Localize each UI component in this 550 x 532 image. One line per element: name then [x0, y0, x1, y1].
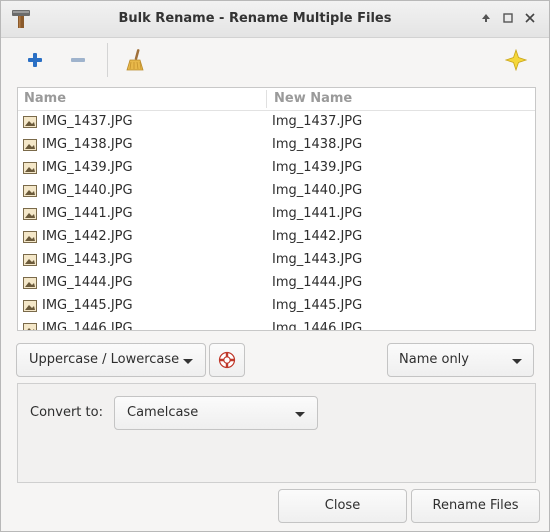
keep-above-icon[interactable] — [477, 9, 495, 27]
title-bar[interactable]: Bulk Rename - Rename Multiple Files — [1, 1, 549, 38]
file-list[interactable]: Name New Name IMG_1437.JPG Img_1437.JPG IM… — [17, 87, 536, 331]
close-icon[interactable] — [521, 9, 539, 27]
list-item[interactable]: IMG_1438.JPG Img_1438.JPG — [18, 134, 535, 157]
clear-files-button[interactable] — [118, 43, 152, 77]
maximize-icon[interactable] — [499, 9, 517, 27]
column-new-name-header[interactable]: New Name — [274, 91, 352, 106]
list-item[interactable]: IMG_1446.JPG Img_1446.JPG — [18, 318, 535, 331]
image-file-icon — [23, 185, 37, 197]
lifebuoy-icon — [218, 351, 236, 369]
file-new-name: Img_1439.JPG — [272, 160, 363, 175]
renamer-options-panel: Convert to: Camelcase — [17, 383, 536, 483]
close-button-label: Close — [324, 498, 361, 513]
file-new-name: Img_1444.JPG — [272, 275, 363, 290]
scope-select[interactable]: Name only — [387, 343, 534, 377]
renamer-select[interactable]: Uppercase / Lowercase — [16, 343, 206, 377]
image-file-icon — [23, 231, 37, 243]
add-files-button[interactable] — [18, 43, 52, 77]
image-file-icon — [23, 323, 37, 330]
rename-files-button-label: Rename Files — [432, 498, 519, 513]
toolbar — [1, 37, 549, 83]
list-item[interactable]: IMG_1437.JPG Img_1437.JPG — [18, 111, 535, 134]
image-file-icon — [23, 300, 37, 312]
convert-to-value: Camelcase — [127, 405, 199, 420]
clear-broom-icon — [126, 49, 144, 71]
bulk-rename-window: Bulk Rename - Rename Multiple Files Name… — [0, 0, 550, 532]
file-name: IMG_1440.JPG — [42, 183, 133, 198]
image-file-icon — [23, 254, 37, 266]
file-name: IMG_1442.JPG — [42, 229, 133, 244]
about-button[interactable] — [499, 43, 533, 77]
file-name: IMG_1443.JPG — [42, 252, 133, 267]
file-new-name: Img_1441.JPG — [272, 206, 363, 221]
remove-files-button[interactable] — [61, 43, 95, 77]
app-icon — [12, 10, 30, 28]
scope-select-value: Name only — [399, 352, 469, 367]
convert-to-label: Convert to: — [30, 405, 103, 420]
file-name: IMG_1439.JPG — [42, 160, 133, 175]
column-divider[interactable] — [266, 90, 267, 108]
file-new-name: Img_1443.JPG — [272, 252, 363, 267]
list-header: Name New Name — [18, 88, 535, 111]
image-file-icon — [23, 208, 37, 220]
column-name-header[interactable]: Name — [24, 91, 66, 106]
list-item[interactable]: IMG_1443.JPG Img_1443.JPG — [18, 249, 535, 272]
chevron-down-icon — [183, 359, 193, 364]
file-name: IMG_1446.JPG — [42, 321, 133, 331]
file-new-name: Img_1445.JPG — [272, 298, 363, 313]
list-item[interactable]: IMG_1439.JPG Img_1439.JPG — [18, 157, 535, 180]
window-title: Bulk Rename - Rename Multiple Files — [118, 11, 392, 26]
chevron-down-icon — [512, 359, 522, 364]
file-new-name: Img_1437.JPG — [272, 114, 363, 129]
list-item[interactable]: IMG_1444.JPG Img_1444.JPG — [18, 272, 535, 295]
file-name: IMG_1438.JPG — [42, 137, 133, 152]
close-button[interactable]: Close — [278, 489, 407, 523]
list-body: IMG_1437.JPG Img_1437.JPG IMG_1438.JPG Img_… — [18, 111, 535, 331]
add-icon — [28, 53, 42, 67]
file-new-name: Img_1438.JPG — [272, 137, 363, 152]
renamer-select-value: Uppercase / Lowercase — [29, 352, 180, 367]
file-name: IMG_1444.JPG — [42, 275, 133, 290]
list-item[interactable]: IMG_1440.JPG Img_1440.JPG — [18, 180, 535, 203]
rename-files-button[interactable]: Rename Files — [411, 489, 540, 523]
chevron-down-icon — [295, 412, 305, 417]
image-file-icon — [23, 277, 37, 289]
file-name: IMG_1441.JPG — [42, 206, 133, 221]
toolbar-separator — [107, 43, 108, 77]
convert-to-select[interactable]: Camelcase — [114, 396, 318, 430]
list-item[interactable]: IMG_1442.JPG Img_1442.JPG — [18, 226, 535, 249]
image-file-icon — [23, 139, 37, 151]
image-file-icon — [23, 116, 37, 128]
file-new-name: Img_1440.JPG — [272, 183, 363, 198]
image-file-icon — [23, 162, 37, 174]
help-button[interactable] — [209, 343, 245, 377]
star-icon — [505, 49, 527, 71]
file-name: IMG_1445.JPG — [42, 298, 133, 313]
file-name: IMG_1437.JPG — [42, 114, 133, 129]
remove-icon — [71, 58, 85, 62]
list-item[interactable]: IMG_1441.JPG Img_1441.JPG — [18, 203, 535, 226]
file-new-name: Img_1442.JPG — [272, 229, 363, 244]
list-item[interactable]: IMG_1445.JPG Img_1445.JPG — [18, 295, 535, 318]
file-new-name: Img_1446.JPG — [272, 321, 363, 331]
